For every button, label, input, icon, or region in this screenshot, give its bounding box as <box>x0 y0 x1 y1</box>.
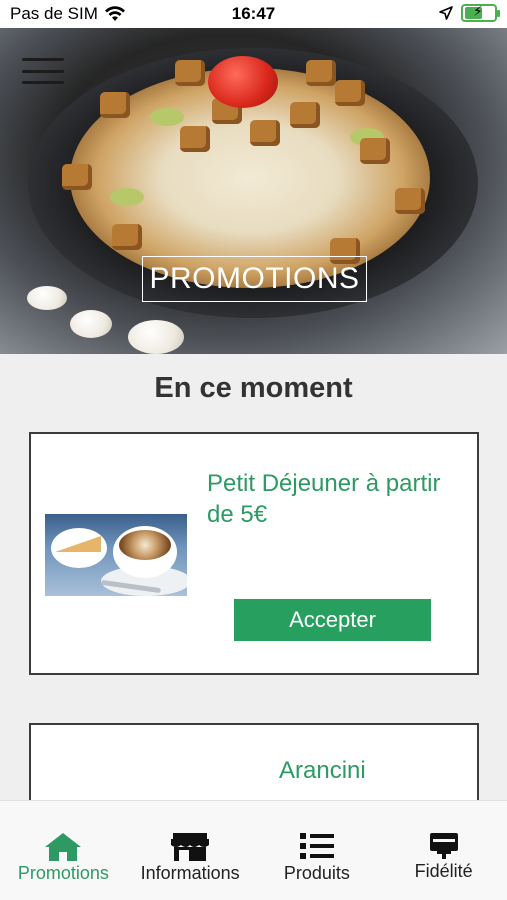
promotion-image <box>45 514 187 596</box>
crouton-decoration <box>335 80 365 106</box>
home-icon <box>45 833 82 861</box>
battery-icon: ⚡ <box>461 3 500 22</box>
card-icon <box>429 833 458 859</box>
status-bar: Pas de SIM 16:47 ⚡ <box>0 0 507 28</box>
status-time: 16:47 <box>231 4 276 23</box>
lettuce-decoration <box>110 188 144 206</box>
crouton-decoration <box>112 224 142 250</box>
crouton-decoration <box>62 164 92 190</box>
egg-decoration <box>70 310 112 338</box>
promotion-title: Arancini <box>279 757 366 784</box>
egg-decoration <box>128 320 184 354</box>
tab-promotions[interactable]: Promotions <box>0 801 127 900</box>
tab-fidelite[interactable]: Fidélité <box>380 801 507 900</box>
hamburger-line <box>22 69 64 73</box>
crouton-decoration <box>100 92 130 118</box>
section-title: En ce moment <box>154 372 353 404</box>
charging-bolt-icon: ⚡ <box>473 3 483 19</box>
tomato-decoration <box>208 56 278 108</box>
page-title: PROMOTIONS <box>142 256 367 302</box>
crouton-decoration <box>250 120 280 146</box>
tab-label: Produits <box>283 863 350 883</box>
tab-label: Informations <box>140 863 240 883</box>
accept-button[interactable]: Accepter <box>234 599 431 641</box>
tab-produits[interactable]: Produits <box>254 801 381 900</box>
crouton-decoration <box>180 126 210 152</box>
lettuce-decoration <box>150 108 184 126</box>
hero-banner: PROMOTIONS <box>0 28 507 354</box>
tab-bar: Promotions Informations Produits Fidélit… <box>0 800 507 900</box>
menu-button[interactable] <box>22 58 64 84</box>
hamburger-line <box>22 81 64 84</box>
crouton-decoration <box>360 138 390 164</box>
coffee-decoration <box>119 530 171 560</box>
promotion-title: Petit Déjeuner à partir de 5€ <box>207 470 441 528</box>
egg-decoration <box>27 286 67 310</box>
status-right: ⚡ <box>439 3 500 22</box>
tab-informations[interactable]: Informations <box>127 801 254 900</box>
tab-label: Fidélité <box>414 861 473 881</box>
tab-label: Promotions <box>17 863 109 883</box>
store-icon <box>171 833 210 861</box>
hamburger-menu-icon <box>22 58 64 61</box>
promotion-card: Petit Déjeuner à partir de 5€ Accepter <box>29 432 479 675</box>
crouton-decoration <box>290 102 320 128</box>
crouton-decoration <box>395 188 425 214</box>
location-arrow-icon <box>439 6 453 20</box>
crouton-decoration <box>175 60 205 86</box>
crouton-decoration <box>306 60 336 86</box>
list-icon <box>299 833 334 859</box>
